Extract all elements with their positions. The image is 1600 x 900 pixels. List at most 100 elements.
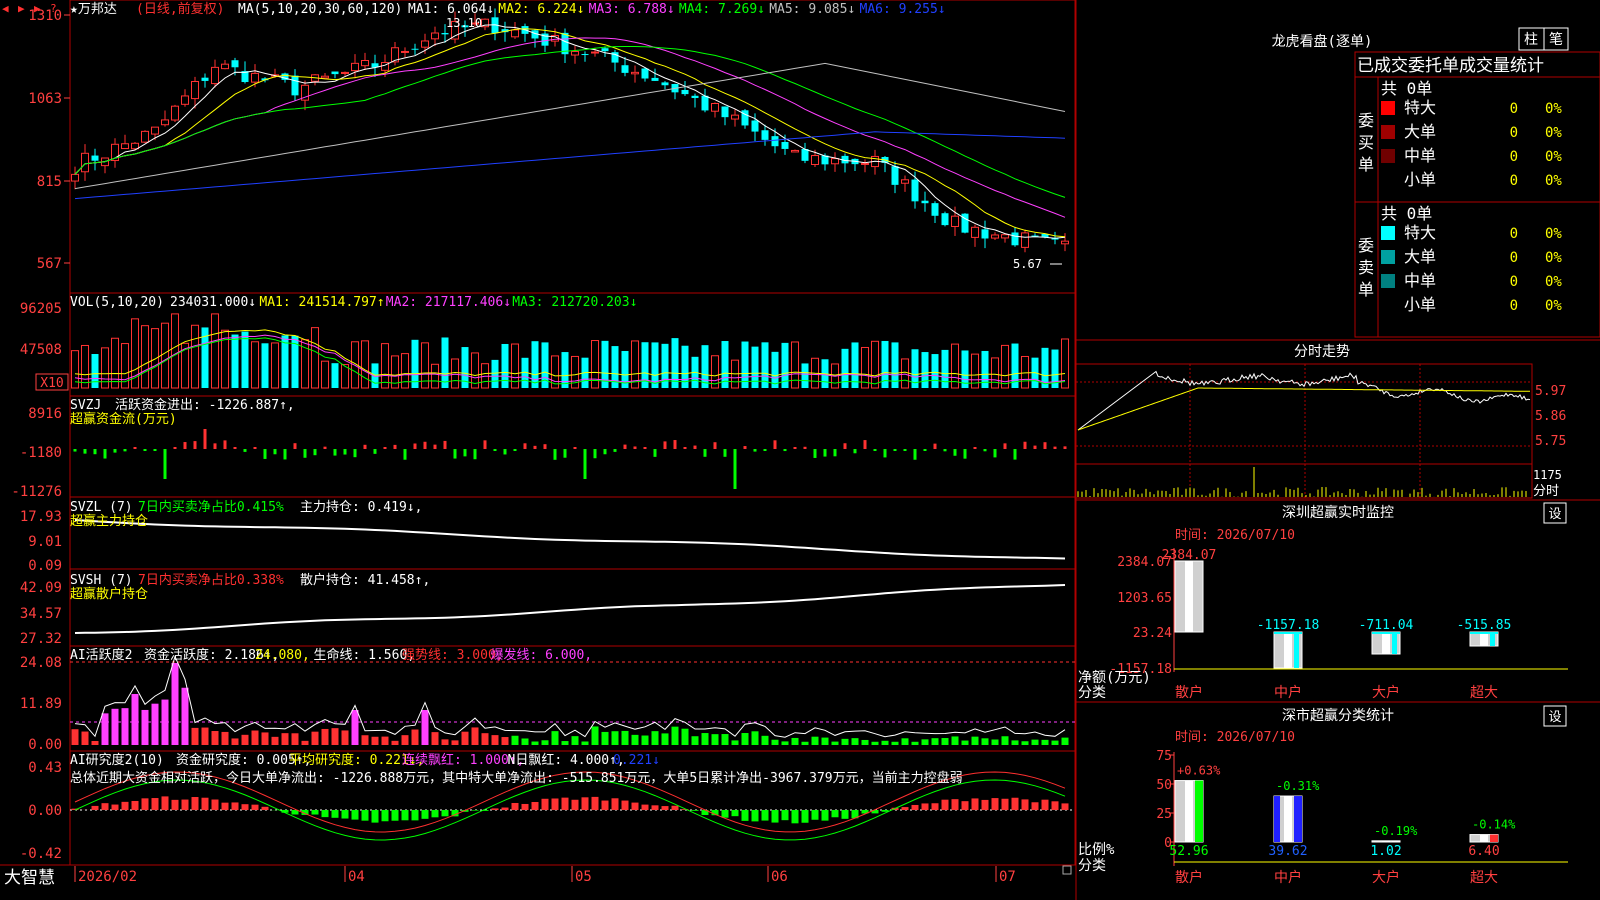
kline-candle [191,81,199,100]
fund-flow-bar [233,447,237,449]
prev-icon[interactable]: ◀ [2,2,9,15]
ai-research-bar [141,798,149,810]
fund-flow-bar [983,449,987,452]
classify-category-label: 大户 [1372,869,1400,886]
svsh-axis-label: 42.09 [20,580,62,596]
sell-row-count: 0 [1510,250,1518,266]
ai-active-bar [301,740,309,745]
volume-bar [441,337,449,388]
ai-research-bar [841,810,849,819]
ai-research-bar [531,801,539,810]
classify-value-label: 52.96 [1169,844,1208,859]
ai-active-bar [391,740,399,745]
ai-active-bar [621,730,629,745]
kline-candle [911,179,919,202]
ai-research-bar [431,810,439,818]
fund-flow-bar [183,442,187,449]
vol-value-2: MA1: 241514.797↑ [259,295,384,310]
volume-bar [801,363,809,388]
volume-bar [241,331,249,388]
kline-candle [231,60,239,68]
ai-active-bar [681,728,689,745]
ai-active-bar [921,739,929,745]
ai-research-bar [921,803,929,810]
buy-row-count: 0 [1510,149,1518,165]
ai-active-bar [821,737,829,745]
next-icon[interactable]: ▶ [18,2,25,15]
classify-bar-shine [1480,834,1488,842]
ai-active-bar [71,729,79,745]
kline-candle [171,105,179,121]
sell-side-label: 单 [1358,280,1374,299]
fund-flow-bar [663,441,667,449]
volume-bar [921,352,929,388]
ai-active-bar [461,731,469,745]
kline-candle [891,166,899,185]
ai-active-bar [271,736,279,745]
ai-active-bar [541,740,549,745]
kline-candle [141,130,149,143]
kline-candle [441,33,449,35]
ai-active-bar [591,726,599,745]
volume-bar [991,357,999,389]
kline-candle [771,136,779,147]
kline-candle [701,95,709,111]
kline-candle [751,120,759,132]
fund-flow-bar [1043,442,1047,449]
ai-active-axis-label: 24.08 [20,655,62,671]
x-axis-label: 07 [999,869,1016,885]
ai-research-bar [111,804,119,810]
fund-flow-bar [723,449,727,457]
ai-active-bar [1021,741,1029,745]
ai-active-bar [261,732,269,745]
fund-flow-bar [403,449,407,460]
ai-active-bar [761,735,769,745]
ai-research-bar [651,805,659,810]
ai-active-bar [161,699,169,745]
fund-flow-bar [473,449,477,460]
ai-active-bar [141,709,149,745]
fund-flow-bar [223,440,227,449]
svzl-axis-label: 0.09 [28,558,62,574]
ai-research-bar [961,801,969,810]
ai-active-bar [731,740,739,745]
kline-candle [1021,232,1029,248]
ai-research-bar [321,810,329,818]
fund-flow-bar [153,449,157,451]
ai-research-bar [391,810,399,821]
ai-active-axis-label: 11.89 [20,696,62,712]
ai-research-bar [831,810,839,818]
monitor-category-label: 大户 [1372,684,1400,701]
volume-bar [251,341,259,389]
ai-active-bar [191,727,199,745]
buy-color-swatch [1381,101,1395,115]
ai-active-bar [741,733,749,745]
ai-active-bar [81,731,89,745]
fund-flow-bar [73,449,77,452]
ai-active-bar [501,737,509,745]
volume-bar [871,340,879,389]
volume-bar [331,363,339,388]
ai-active-bar [981,738,989,745]
ai-active-bar [811,736,819,745]
sell-row-pct: 0% [1545,250,1562,266]
fund-flow-bar [773,440,777,449]
fund-flow-bar [863,440,867,449]
ai-research-axis-label: 0.43 [28,760,62,776]
x-axis-label: 06 [771,869,788,885]
ai-research-bar [691,810,699,811]
vol-axis-label: 47508 [20,342,62,358]
fund-flow-bar [513,449,517,451]
ai-active-bar [951,736,959,745]
kline-candle [181,95,189,105]
ai-research-bar [121,801,129,810]
ai-active-bar [241,734,249,745]
fund-flow-bar [273,449,277,455]
tab-bar-label: 柱 [1524,32,1538,48]
price-axis-label: 1310 [28,8,62,24]
fund-flow-bar [363,444,367,449]
fund-flow-bar [543,444,547,449]
kline-candle [731,114,739,120]
volume-bar [191,324,199,389]
price-low-mark: 5.67 [1013,257,1042,271]
